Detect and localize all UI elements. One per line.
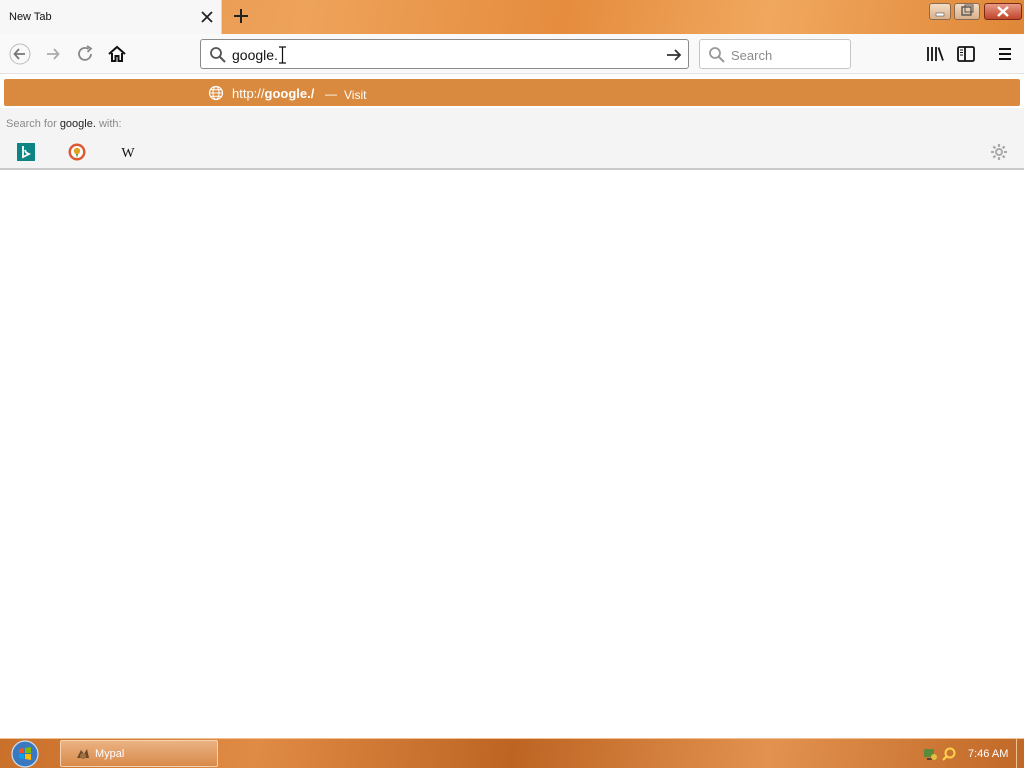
home-icon[interactable]	[106, 43, 128, 65]
bing-icon[interactable]	[17, 143, 35, 161]
minimize-button[interactable]	[929, 3, 951, 20]
text-cursor-icon	[279, 46, 286, 64]
navigation-toolbar: google. Search	[0, 34, 1024, 74]
autocomplete-visit-row[interactable]: http://google./ — Visit	[4, 79, 1020, 106]
close-tab-icon[interactable]	[199, 9, 215, 25]
taskbar: Mypal 7:46 AM	[0, 738, 1024, 768]
duckduckgo-icon[interactable]	[68, 143, 86, 161]
globe-icon	[208, 85, 224, 101]
menu-icon[interactable]	[994, 43, 1016, 65]
mypal-app-icon	[77, 749, 89, 759]
sidebar-icon[interactable]	[955, 43, 977, 65]
library-icon[interactable]	[924, 43, 946, 65]
forward-icon[interactable]	[42, 43, 64, 65]
taskbar-app-label: Mypal	[95, 748, 125, 760]
address-bar[interactable]: google.	[200, 39, 689, 69]
gear-icon[interactable]	[989, 142, 1009, 162]
search-box[interactable]: Search	[699, 39, 851, 69]
autocomplete-action: Visit	[344, 88, 367, 102]
wikipedia-icon[interactable]: W	[119, 143, 137, 161]
close-window-button[interactable]	[984, 3, 1022, 20]
svg-text:W: W	[121, 146, 135, 161]
taskbar-mypal-button[interactable]: Mypal	[60, 740, 218, 767]
back-icon[interactable]	[9, 43, 31, 65]
new-tab-button[interactable]	[231, 6, 251, 26]
tab-strip: New Tab	[0, 0, 1024, 34]
search-placeholder: Search	[731, 48, 773, 63]
go-arrow-icon[interactable]	[664, 45, 684, 65]
tab-new-tab[interactable]: New Tab	[0, 0, 222, 34]
show-desktop-button[interactable]	[1016, 739, 1024, 768]
one-off-search-panel: Search for google. with: W	[0, 108, 1024, 170]
reload-icon[interactable]	[74, 43, 96, 65]
search-tray-icon[interactable]	[941, 746, 957, 762]
one-off-search-label: Search for google. with:	[6, 118, 122, 130]
autocomplete-url: http://google./	[232, 86, 315, 101]
autocomplete-separator: —	[325, 87, 337, 101]
address-input-value: google.	[232, 47, 278, 63]
clock[interactable]: 7:46 AM	[968, 748, 1008, 760]
restore-button[interactable]	[954, 3, 980, 20]
tab-title: New Tab	[9, 11, 52, 23]
search-icon	[709, 47, 725, 63]
page-content	[0, 172, 1024, 738]
start-button-icon[interactable]	[9, 740, 41, 768]
search-icon	[210, 47, 226, 63]
network-tray-icon[interactable]	[922, 746, 938, 762]
